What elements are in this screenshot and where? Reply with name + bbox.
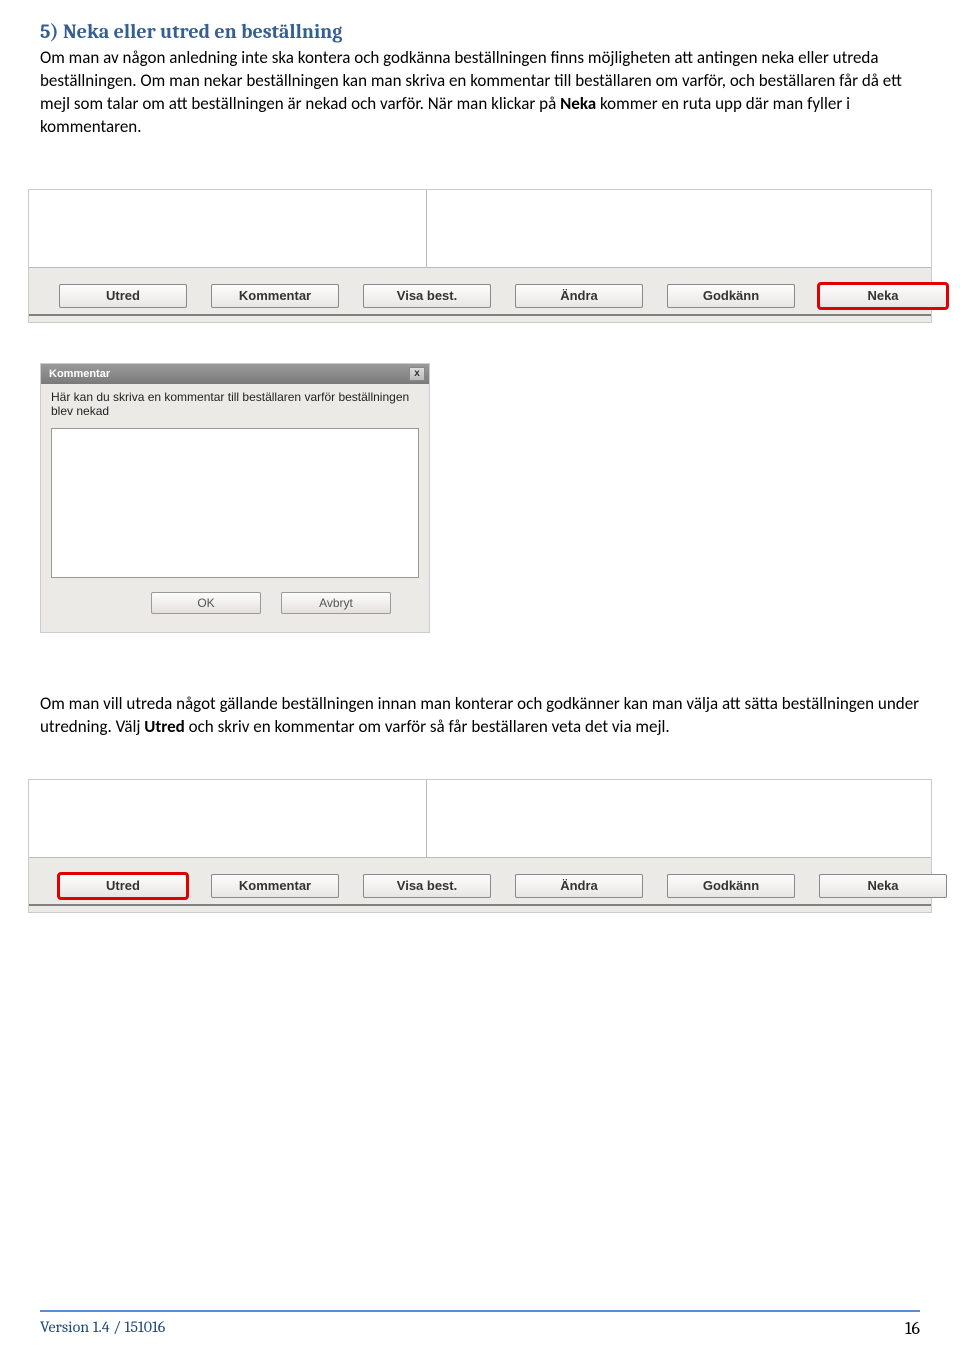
kommentar-dialog: Kommentar x Här kan du skriva en komment… <box>40 363 430 633</box>
neka-button-2[interactable]: Neka <box>819 874 947 898</box>
bar-top-blank <box>29 190 931 268</box>
button-row: Utred Kommentar Visa best. Ändra Godkänn… <box>29 268 931 316</box>
button-bar-screenshot-2: Utred Kommentar Visa best. Ändra Godkänn… <box>28 779 932 913</box>
andra-button-2[interactable]: Ändra <box>515 874 643 898</box>
dialog-description: Här kan du skriva en kommentar till best… <box>41 384 429 418</box>
utred-button[interactable]: Utred <box>59 284 187 308</box>
button-row-2: Utred Kommentar Visa best. Ändra Godkänn… <box>29 858 931 906</box>
footer-version: Version 1.4 / 151016 <box>40 1318 165 1339</box>
visa-best-button-2[interactable]: Visa best. <box>363 874 491 898</box>
avbryt-button[interactable]: Avbryt <box>281 592 391 614</box>
section-heading: 5) Neka eller utred en beställning <box>40 20 920 43</box>
ok-button[interactable]: OK <box>151 592 261 614</box>
paragraph-2: Om man vill utreda något gällande bestäl… <box>40 693 920 739</box>
paragraph-2-text-b: och skriv en kommentar om varför så får … <box>185 716 670 737</box>
andra-button[interactable]: Ändra <box>515 284 643 308</box>
godkann-button[interactable]: Godkänn <box>667 284 795 308</box>
dialog-titlebar: Kommentar x <box>41 364 429 384</box>
utred-button-2[interactable]: Utred <box>59 874 187 898</box>
paragraph-2-bold: Utred <box>144 716 185 737</box>
neka-button[interactable]: Neka <box>819 284 947 308</box>
paragraph-1: Om man av någon anledning inte ska konte… <box>40 47 920 139</box>
godkann-button-2[interactable]: Godkänn <box>667 874 795 898</box>
bar-top-blank-2 <box>29 780 931 858</box>
bar-divider <box>426 190 427 267</box>
page-footer: Version 1.4 / 151016 16 <box>40 1310 920 1357</box>
dialog-title-text: Kommentar <box>49 364 110 384</box>
dialog-button-row: OK Avbryt <box>41 578 429 614</box>
comment-textarea[interactable] <box>51 428 419 578</box>
kommentar-button-2[interactable]: Kommentar <box>211 874 339 898</box>
footer-page-number: 16 <box>905 1318 920 1339</box>
kommentar-button[interactable]: Kommentar <box>211 284 339 308</box>
close-icon[interactable]: x <box>409 367 425 381</box>
bar-divider-2 <box>426 780 427 857</box>
paragraph-1-bold: Neka <box>560 93 596 114</box>
visa-best-button[interactable]: Visa best. <box>363 284 491 308</box>
button-bar-screenshot-1: Utred Kommentar Visa best. Ändra Godkänn… <box>28 189 932 323</box>
